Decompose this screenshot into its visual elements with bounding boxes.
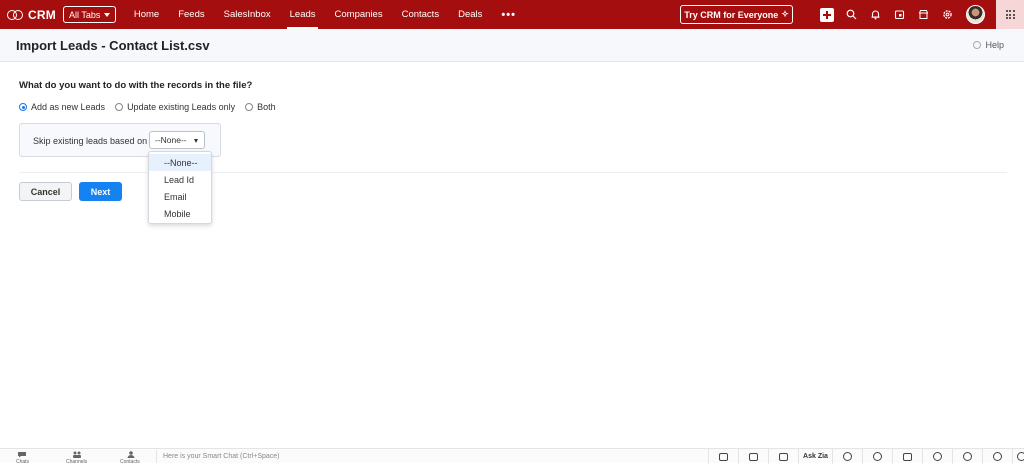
marketplace-icon[interactable]: [911, 0, 935, 29]
tab-feeds[interactable]: Feeds: [169, 0, 214, 29]
try-crm-button[interactable]: Try CRM for Everyone ✧: [680, 5, 793, 24]
dropdown-option-mobile[interactable]: Mobile: [149, 205, 211, 222]
screen-share-icon[interactable]: [708, 449, 738, 464]
tab-contacts[interactable]: Contacts: [392, 0, 449, 29]
radio-update-existing[interactable]: [115, 103, 124, 111]
module-tabs: Home Feeds SalesInbox Leads Companies Co…: [124, 0, 525, 29]
bottom-bar: Chats Channels Contacts Here is your Sma…: [0, 448, 1024, 465]
gear-icon[interactable]: [935, 0, 959, 29]
help-icon: [973, 41, 982, 49]
option-label: Add as new Leads: [31, 102, 106, 112]
apps-grid-icon[interactable]: [996, 0, 1024, 29]
help-label: Help: [985, 40, 1004, 50]
skip-field-select[interactable]: --None--: [149, 131, 205, 149]
contacts-label[interactable]: Contacts: [120, 459, 140, 465]
top-icon-group: [815, 0, 991, 29]
dropdown-option-lead-id[interactable]: Lead Id: [149, 171, 211, 188]
import-question: What do you want to do with the records …: [19, 80, 253, 91]
tab-companies[interactable]: Companies: [325, 0, 392, 29]
bottom-right-tools: Ask Zia: [708, 449, 1024, 464]
radio-add-new-leads[interactable]: [19, 103, 27, 111]
calendar-icon[interactable]: [887, 0, 911, 29]
option-add-new-leads[interactable]: Add as new Leads: [19, 102, 105, 112]
chats-label[interactable]: Chats: [16, 459, 29, 465]
chevron-down-icon: [194, 139, 198, 143]
all-tabs-button[interactable]: All Tabs: [63, 6, 117, 23]
page-header: Import Leads - Contact List.csv Help: [0, 29, 1024, 62]
page-title: Import Leads - Contact List.csv: [16, 37, 210, 53]
import-mode-options: Add as new Leads Update existing Leads o…: [19, 102, 276, 112]
select-value: --None--: [155, 135, 187, 145]
option-update-existing[interactable]: Update existing Leads only: [115, 102, 235, 112]
alarm-icon[interactable]: [922, 449, 952, 464]
radio-both[interactable]: [245, 103, 254, 111]
help-link[interactable]: Help: [973, 40, 1004, 50]
skip-field-dropdown: --None-- Lead Id Email Mobile: [148, 151, 212, 224]
tab-deals[interactable]: Deals: [449, 0, 492, 29]
translate-icon[interactable]: [892, 449, 922, 464]
bell-icon[interactable]: [863, 0, 887, 29]
megaphone-icon[interactable]: [768, 449, 798, 464]
brand-name: CRM: [28, 7, 56, 22]
skip-existing-label: Skip existing leads based on: [33, 136, 148, 146]
notes-icon[interactable]: [738, 449, 768, 464]
history-icon[interactable]: [952, 449, 982, 464]
bot-icon[interactable]: [832, 449, 862, 464]
search-icon[interactable]: [839, 0, 863, 29]
emoji-icon[interactable]: [1012, 449, 1024, 464]
tab-leads[interactable]: Leads: [280, 0, 325, 29]
chat-icon[interactable]: [17, 451, 27, 458]
option-label: Update existing Leads only: [127, 102, 236, 112]
tab-salesinbox[interactable]: SalesInbox: [214, 0, 280, 29]
more-tabs-button[interactable]: •••: [492, 0, 526, 29]
ask-zia-button[interactable]: Ask Zia: [798, 449, 832, 464]
add-icon[interactable]: [815, 0, 839, 29]
cancel-button[interactable]: Cancel: [19, 182, 72, 201]
tab-home[interactable]: Home: [124, 0, 168, 29]
sparkle-icon: ✧: [781, 9, 789, 19]
accessibility-icon[interactable]: [982, 449, 1012, 464]
crm-brand[interactable]: CRM: [0, 8, 60, 22]
try-crm-label: Try CRM for Everyone: [684, 9, 779, 20]
dropdown-option-none[interactable]: --None--: [149, 154, 211, 171]
refresh-icon[interactable]: [862, 449, 892, 464]
top-navigation-bar: CRM All Tabs Home Feeds SalesInbox Leads…: [0, 0, 1024, 29]
option-both[interactable]: Both: [245, 102, 276, 112]
all-tabs-label: All Tabs: [69, 9, 101, 20]
contacts-icon[interactable]: [126, 451, 136, 458]
chevron-down-icon: [104, 12, 111, 17]
option-label: Both: [257, 102, 276, 112]
smart-chat-input[interactable]: Here is your Smart Chat (Ctrl+Space): [156, 450, 708, 463]
channels-label[interactable]: Channels: [66, 459, 87, 465]
dropdown-option-email[interactable]: Email: [149, 188, 211, 205]
crm-logo-icon: [7, 9, 23, 21]
next-button[interactable]: Next: [79, 182, 122, 201]
avatar[interactable]: [959, 0, 991, 29]
channels-icon[interactable]: [72, 451, 82, 458]
